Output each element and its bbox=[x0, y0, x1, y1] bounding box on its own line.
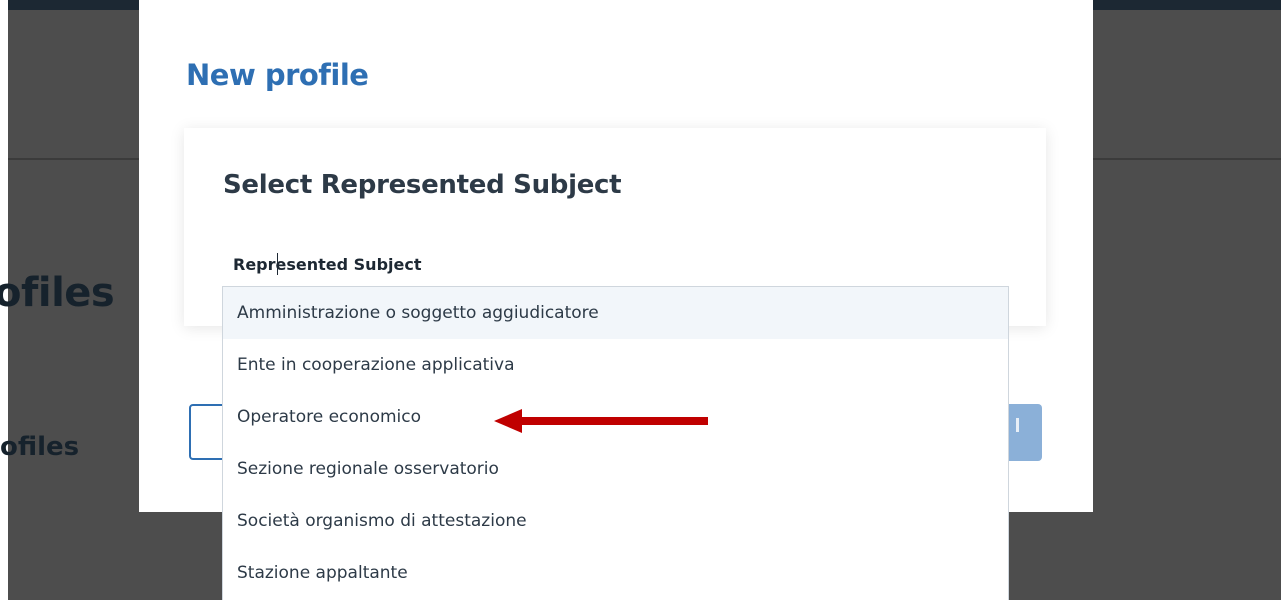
background-page-heading: ofiles bbox=[0, 270, 115, 316]
dropdown-option-sezione-regionale[interactable]: Sezione regionale osservatorio bbox=[223, 443, 1008, 495]
dropdown-option-amministrazione[interactable]: Amministrazione o soggetto aggiudicatore bbox=[223, 287, 1008, 339]
arrow-shaft bbox=[518, 417, 708, 425]
confirm-button-label-fragment bbox=[1009, 418, 1019, 432]
red-left-arrow-icon bbox=[494, 409, 708, 433]
dropdown-option-stazione-appaltante[interactable]: Stazione appaltante bbox=[223, 547, 1008, 599]
represented-subject-dropdown[interactable]: Amministrazione o soggetto aggiudicatore… bbox=[222, 286, 1009, 600]
dropdown-option-societa-organismo[interactable]: Società organismo di attestazione bbox=[223, 495, 1008, 547]
screen: ofiles ofiles New profile Select Represe… bbox=[0, 0, 1281, 600]
background-section-heading: ofiles bbox=[0, 432, 80, 462]
dropdown-option-ente-cooperazione[interactable]: Ente in cooperazione applicativa bbox=[223, 339, 1008, 391]
represented-subject-label: Represented Subject bbox=[233, 255, 422, 274]
card-title: Select Represented Subject bbox=[223, 170, 622, 200]
modal-title: New profile bbox=[186, 58, 369, 92]
arrow-head bbox=[494, 409, 522, 433]
